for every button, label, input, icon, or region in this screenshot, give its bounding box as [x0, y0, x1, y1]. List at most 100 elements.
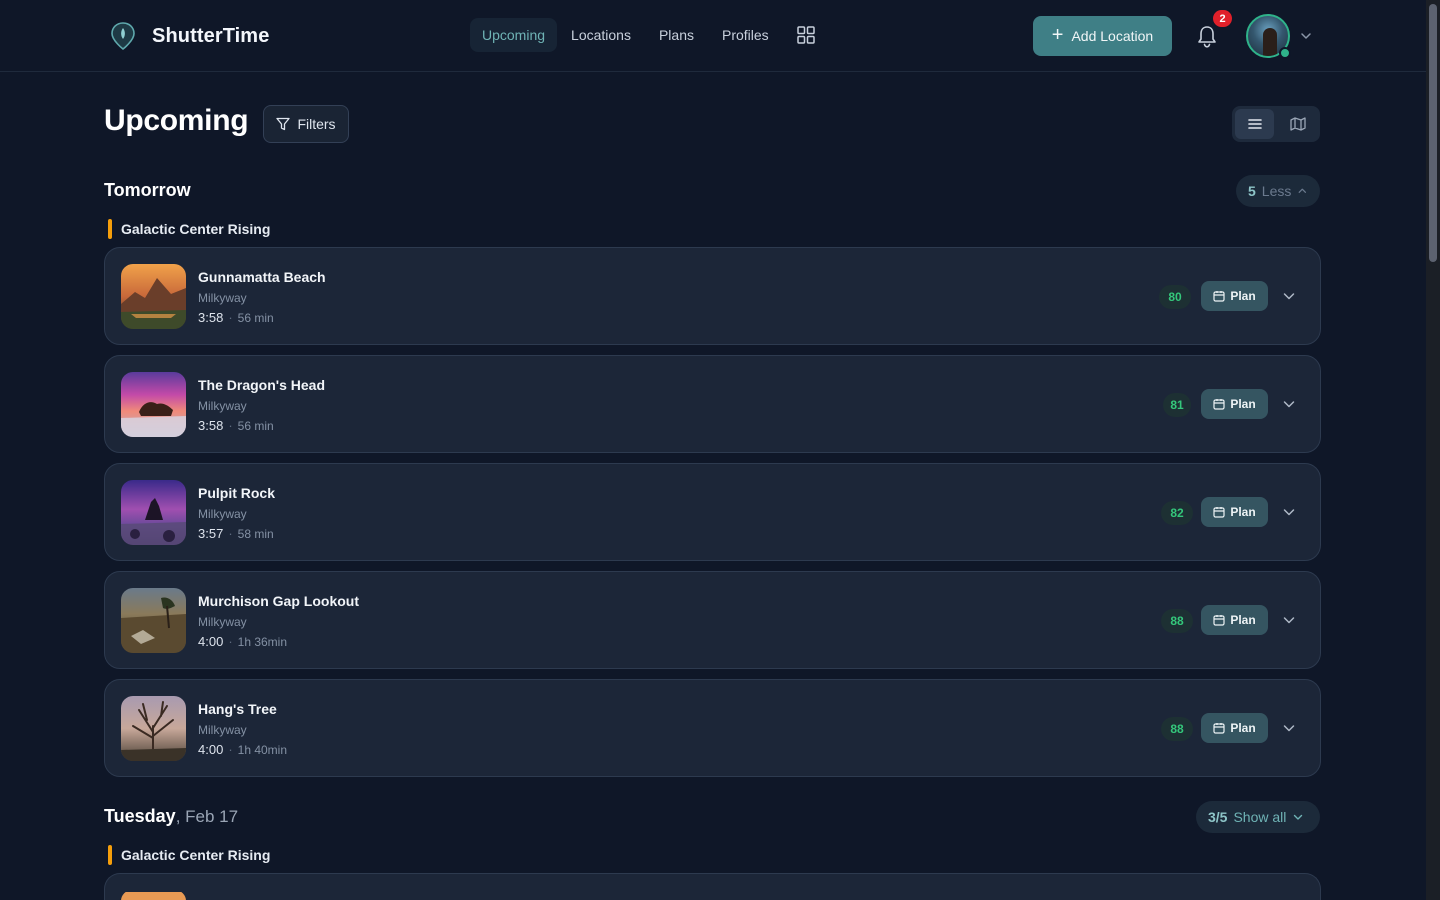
- show-all-button[interactable]: 3/5 Show all: [1196, 801, 1320, 833]
- time-value: 4:00: [198, 634, 224, 649]
- chevron-up-icon: [1298, 188, 1307, 193]
- view-toggle: [1232, 106, 1320, 142]
- filter-icon: [276, 117, 291, 131]
- section-day-date: , Feb 17: [175, 807, 239, 826]
- plan-button[interactable]: Plan: [1201, 605, 1268, 635]
- score-badge: 82: [1161, 501, 1193, 525]
- event-marker: [108, 845, 112, 865]
- calendar-icon: [1213, 399, 1225, 410]
- score-badge: 81: [1163, 393, 1191, 417]
- map-icon: [1289, 117, 1306, 131]
- nav-item-upcoming[interactable]: Upcoming: [470, 18, 558, 52]
- score-badge: 80: [1159, 285, 1191, 309]
- notification-badge: 2: [1213, 10, 1232, 27]
- location-thumbnail: [121, 588, 186, 653]
- location-card[interactable]: Gunnamatta Beach Milkyway 3:58 · 56 min 80…: [104, 247, 1321, 345]
- event-time: 4:00 · 1h 40min: [198, 742, 288, 757]
- filters-label: Filters: [297, 116, 336, 132]
- chevron-down-icon[interactable]: [1282, 505, 1296, 519]
- event-label: Galactic Center Rising: [108, 219, 270, 239]
- plan-button[interactable]: Plan: [1201, 389, 1268, 419]
- chevron-down-icon[interactable]: [1282, 721, 1296, 735]
- plan-label: Plan: [1230, 397, 1256, 411]
- plan-label: Plan: [1230, 721, 1256, 735]
- plan-button[interactable]: Plan: [1201, 713, 1268, 743]
- section-day-name: Tuesday: [104, 806, 176, 826]
- location-thumbnail: [121, 890, 186, 900]
- location-name: The Dragon's Head: [198, 377, 326, 393]
- location-name: Murchison Gap Lookout: [198, 593, 359, 609]
- nav-item-locations[interactable]: Locations: [557, 18, 645, 52]
- avatar-person: [1263, 28, 1277, 56]
- location-card[interactable]: Murchison Gap Lookout Milkyway 4:00 · 1h 3…: [104, 571, 1321, 669]
- online-status-icon: [1279, 47, 1291, 59]
- location-type: Milkyway: [198, 399, 247, 413]
- add-location-button[interactable]: + Add Location: [1033, 16, 1172, 56]
- location-name: Hang's Tree: [198, 701, 277, 717]
- map-view-button[interactable]: [1278, 109, 1317, 139]
- section-day-heading: Tomorrow: [104, 180, 191, 201]
- chevron-down-icon[interactable]: [1282, 613, 1296, 627]
- location-name: Pulpit Rock: [198, 485, 276, 501]
- score-badge: 88: [1161, 717, 1193, 741]
- location-card[interactable]: The Dragon's Head Milkyway 3:58 · 56 min 8…: [104, 355, 1321, 453]
- list-icon: [1247, 119, 1262, 129]
- chevron-down-icon: [1294, 814, 1303, 820]
- collapse-toggle-button[interactable]: 5 Less: [1236, 175, 1320, 207]
- section-day-name: Tomorrow: [104, 180, 191, 200]
- list-view-button[interactable]: [1235, 109, 1274, 139]
- event-time: 4:00 · 1h 36min: [198, 634, 288, 649]
- plan-button[interactable]: Plan: [1201, 497, 1268, 527]
- duration-value: 1h 40min: [237, 743, 288, 757]
- nav-item-profiles[interactable]: Profiles: [708, 18, 783, 52]
- duration-value: 56 min: [237, 311, 274, 325]
- brand-name: ShutterTime: [152, 24, 270, 47]
- chevron-down-icon[interactable]: [1300, 30, 1312, 42]
- plus-icon: +: [1051, 24, 1064, 46]
- top-navigation-bar: ShutterTime Upcoming Locations Plans Pro…: [0, 0, 1426, 72]
- scrollbar-thumb[interactable]: [1429, 4, 1437, 262]
- plan-button[interactable]: Plan: [1201, 281, 1268, 311]
- plan-label: Plan: [1230, 613, 1256, 627]
- calendar-icon: [1213, 615, 1225, 626]
- duration-value: 58 min: [237, 527, 274, 541]
- location-card[interactable]: Hang's Tree Milkyway 4:00 · 1h 40min 88 Pl…: [104, 679, 1321, 777]
- event-label: Galactic Center Rising: [108, 845, 270, 865]
- location-type: Milkyway: [198, 291, 247, 305]
- location-name: Gunnamatta Beach: [198, 269, 326, 285]
- section-day-heading: Tuesday, Feb 17: [104, 806, 238, 827]
- grid-icon[interactable]: [796, 26, 815, 44]
- plan-label: Plan: [1230, 505, 1256, 519]
- toggle-label: Show all: [1233, 809, 1287, 825]
- filters-button[interactable]: Filters: [263, 105, 349, 143]
- add-location-label: Add Location: [1071, 28, 1154, 44]
- map-pin-logo-icon: [111, 22, 135, 50]
- event-name: Galactic Center Rising: [121, 847, 271, 863]
- chevron-down-icon[interactable]: [1282, 397, 1296, 411]
- time-value: 3:58: [198, 310, 224, 325]
- time-value: 3:57: [198, 526, 224, 541]
- plan-label: Plan: [1230, 289, 1256, 303]
- page-title: Upcoming: [104, 104, 249, 137]
- location-thumbnail: [121, 480, 186, 545]
- time-value: 4:00: [198, 742, 224, 757]
- location-card[interactable]: [104, 873, 1321, 900]
- nav-item-plans[interactable]: Plans: [645, 18, 708, 52]
- event-time: 3:58 · 56 min: [198, 418, 274, 433]
- calendar-icon: [1213, 291, 1225, 302]
- score-badge: 88: [1161, 609, 1193, 633]
- calendar-icon: [1213, 507, 1225, 518]
- location-card[interactable]: Pulpit Rock Milkyway 3:57 · 58 min 82 Plan: [104, 463, 1321, 561]
- event-name: Galactic Center Rising: [121, 221, 271, 237]
- event-time: 3:57 · 58 min: [198, 526, 274, 541]
- duration-value: 56 min: [237, 419, 274, 433]
- brand[interactable]: ShutterTime: [110, 22, 269, 50]
- bell-icon[interactable]: [1196, 25, 1218, 49]
- location-thumbnail: [121, 264, 186, 329]
- location-type: Milkyway: [198, 615, 247, 629]
- chevron-down-icon[interactable]: [1282, 289, 1296, 303]
- location-type: Milkyway: [198, 723, 247, 737]
- event-time: 3:58 · 56 min: [198, 310, 274, 325]
- main-nav: Upcoming Locations Plans Profiles: [470, 18, 815, 52]
- time-value: 3:58: [198, 418, 224, 433]
